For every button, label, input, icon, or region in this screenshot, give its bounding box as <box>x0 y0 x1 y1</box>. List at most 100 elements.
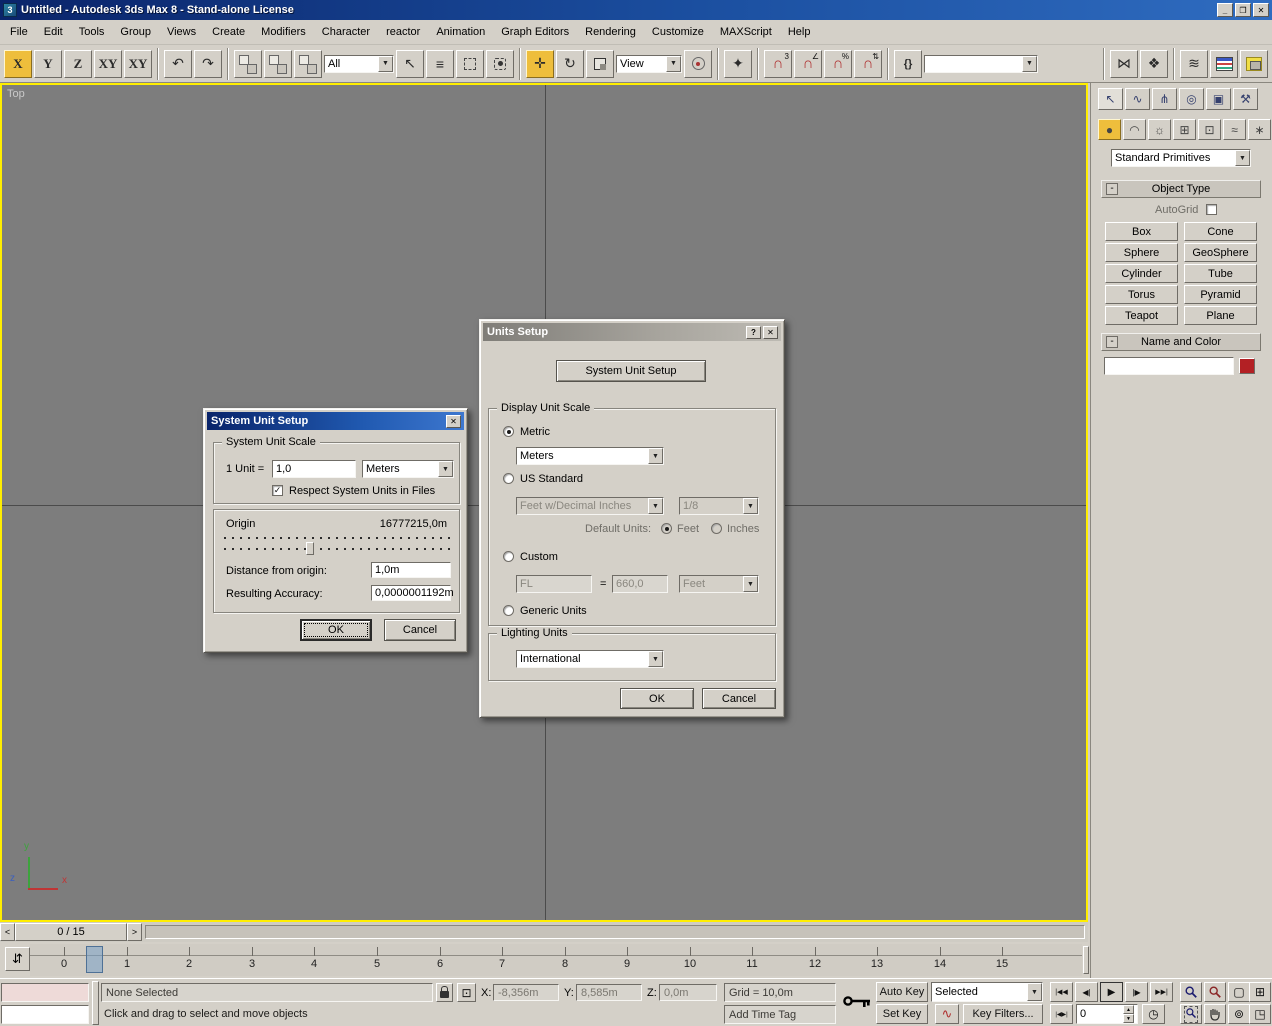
time-slider-prev-button[interactable]: < <box>0 923 15 941</box>
align-button[interactable]: ❖ <box>1140 50 1168 78</box>
maxscript-listener-macro[interactable] <box>1 983 89 1002</box>
key-filters-button[interactable]: Key Filters... <box>963 1004 1043 1024</box>
zoom-all-button[interactable] <box>1204 982 1226 1002</box>
metric-radio[interactable] <box>503 426 514 437</box>
maxscript-listener-input[interactable] <box>1 1005 89 1024</box>
bind-to-spacewarp-button[interactable] <box>294 50 322 78</box>
viewport-label[interactable]: Top <box>7 88 25 100</box>
default-feet-radio[interactable] <box>661 523 672 534</box>
track-bar-ruler[interactable]: 0 1 2 3 4 5 6 7 8 9 10 11 12 13 14 15 <box>30 944 1082 976</box>
torus-button[interactable]: Torus <box>1105 285 1178 304</box>
restrict-z-button[interactable]: Z <box>64 50 92 78</box>
selection-filter-dropdown[interactable]: All ▼ <box>324 55 394 73</box>
autogrid-checkbox[interactable] <box>1206 204 1217 215</box>
minimize-button[interactable]: _ <box>1217 3 1233 17</box>
zoom-extents-all-button[interactable]: ⊞ <box>1249 982 1271 1002</box>
y-coordinate-field[interactable]: 8,585m <box>576 984 642 1001</box>
select-object-button[interactable]: ↖ <box>396 50 424 78</box>
current-frame-marker[interactable] <box>86 946 103 973</box>
origin-slider-track[interactable] <box>224 548 450 550</box>
use-center-flyout-button[interactable] <box>684 50 712 78</box>
menu-item-graph-editors[interactable]: Graph Editors <box>493 21 577 44</box>
layer-manager-button[interactable]: ≋ <box>1180 50 1208 78</box>
set-key-button[interactable]: Set Key <box>876 1004 928 1024</box>
auto-key-button[interactable]: Auto Key <box>876 982 928 1002</box>
tab-motion[interactable]: ◎ <box>1179 88 1204 110</box>
system-unit-titlebar[interactable]: System Unit Setup ✕ <box>207 412 464 430</box>
select-and-manipulate-button[interactable]: ✦ <box>724 50 752 78</box>
spinner-down-icon[interactable]: ▼ <box>1123 1014 1134 1023</box>
absolute-mode-toggle[interactable]: ⊡ <box>457 983 476 1002</box>
menu-item-character[interactable]: Character <box>314 21 378 44</box>
menu-item-maxscript[interactable]: MAXScript <box>712 21 780 44</box>
add-time-tag-button[interactable]: Add Time Tag <box>724 1005 836 1024</box>
units-cancel-button[interactable]: Cancel <box>702 688 776 709</box>
help-button[interactable]: ? <box>746 326 761 339</box>
pyramid-button[interactable]: Pyramid <box>1184 285 1257 304</box>
time-slider-track[interactable] <box>145 925 1085 939</box>
collapse-icon[interactable]: - <box>1106 336 1118 348</box>
rollout-name-and-color[interactable]: - Name and Color <box>1101 333 1261 351</box>
category-helpers[interactable]: ⊡ <box>1198 119 1221 140</box>
schematic-view-button[interactable] <box>1240 50 1268 78</box>
cylinder-button[interactable]: Cylinder <box>1105 264 1178 283</box>
go-to-start-button[interactable]: |◀◀ <box>1050 982 1073 1002</box>
unit-value-field[interactable]: 1,0 <box>272 460 356 478</box>
rollout-object-type[interactable]: - Object Type <box>1101 180 1261 198</box>
arc-rotate-button[interactable]: ⊚ <box>1228 1004 1250 1024</box>
select-by-name-button[interactable]: ≡ <box>426 50 454 78</box>
tube-button[interactable]: Tube <box>1184 264 1257 283</box>
menu-item-create[interactable]: Create <box>204 21 253 44</box>
system-unit-setup-button[interactable]: System Unit Setup <box>556 360 706 382</box>
category-lights[interactable]: ☼ <box>1148 119 1171 140</box>
dialog-close-button[interactable]: ✕ <box>763 326 778 339</box>
z-coordinate-field[interactable]: 0,0m <box>659 984 717 1001</box>
geosphere-button[interactable]: GeoSphere <box>1184 243 1257 262</box>
accuracy-field[interactable]: 0,0000001192m <box>371 585 451 601</box>
category-geometry[interactable]: ● <box>1098 119 1121 140</box>
distance-field[interactable]: 1,0m <box>371 562 451 578</box>
respect-units-checkbox[interactable]: ✓ <box>272 485 283 496</box>
category-cameras[interactable]: ⊞ <box>1173 119 1196 140</box>
system-unit-ok-button[interactable]: OK <box>300 619 372 641</box>
title-bar[interactable]: 3 Untitled - Autodesk 3ds Max 8 - Stand-… <box>0 0 1272 20</box>
chevron-down-icon[interactable]: ▼ <box>1027 983 1042 1001</box>
teapot-button[interactable]: Teapot <box>1105 306 1178 325</box>
next-frame-button[interactable]: |▶ <box>1125 982 1148 1002</box>
key-mode-toggle-button[interactable]: |◀▶| <box>1050 1004 1073 1024</box>
category-spacewarps[interactable]: ≈ <box>1223 119 1246 140</box>
category-shapes[interactable]: ◠ <box>1123 119 1146 140</box>
tab-hierarchy[interactable]: ⋔ <box>1152 88 1177 110</box>
chevron-down-icon[interactable]: ▼ <box>648 651 663 667</box>
menu-item-group[interactable]: Group <box>112 21 159 44</box>
restrict-plane-flyout-button[interactable]: XY <box>124 50 152 78</box>
system-unit-cancel-button[interactable]: Cancel <box>384 619 456 641</box>
dialog-close-button[interactable]: ✕ <box>446 415 461 428</box>
pan-button[interactable] <box>1204 1004 1226 1024</box>
frame-spinner[interactable]: ▲ ▼ <box>1123 1005 1134 1023</box>
box-button[interactable]: Box <box>1105 222 1178 241</box>
x-coordinate-field[interactable]: -8,356m <box>493 984 559 1001</box>
category-systems[interactable]: ∗ <box>1248 119 1271 140</box>
time-slider-next-button[interactable]: > <box>127 923 142 941</box>
chevron-down-icon[interactable]: ▼ <box>378 56 393 72</box>
restrict-xy-button[interactable]: XY <box>94 50 122 78</box>
menu-item-tools[interactable]: Tools <box>71 21 113 44</box>
lighting-units-dropdown[interactable]: International ▼ <box>516 650 664 668</box>
menu-item-customize[interactable]: Customize <box>644 21 712 44</box>
angle-snap-button[interactable]: ∩∠ <box>794 50 822 78</box>
track-bar-divider[interactable] <box>1083 946 1089 974</box>
link-button[interactable] <box>234 50 262 78</box>
sphere-button[interactable]: Sphere <box>1105 243 1178 262</box>
key-mode-dropdown[interactable]: Selected ▼ <box>931 982 1043 1002</box>
redo-button[interactable]: ↷ <box>194 50 222 78</box>
menu-item-modifiers[interactable]: Modifiers <box>253 21 314 44</box>
selection-lock-toggle[interactable] <box>436 983 453 1002</box>
rectangular-selection-region-button[interactable] <box>456 50 484 78</box>
region-zoom-button[interactable] <box>1180 1004 1202 1024</box>
tab-create[interactable]: ↖ <box>1098 88 1123 110</box>
object-name-input[interactable] <box>1104 357 1234 375</box>
cone-button[interactable]: Cone <box>1184 222 1257 241</box>
tab-modify[interactable]: ∿ <box>1125 88 1150 110</box>
mirror-button[interactable]: ⋈ <box>1110 50 1138 78</box>
